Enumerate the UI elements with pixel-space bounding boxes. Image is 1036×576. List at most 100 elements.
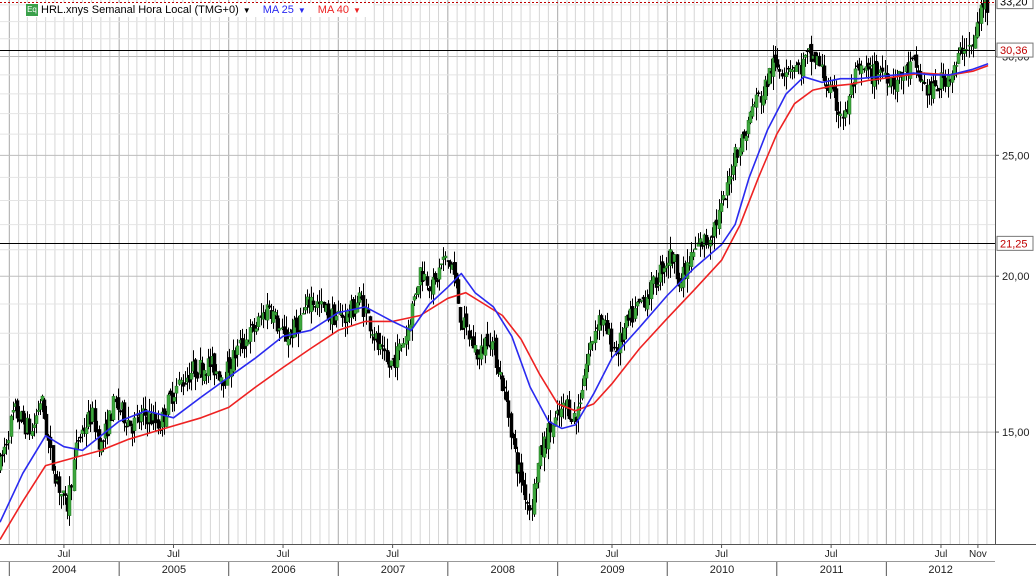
y-tick-label: 20,00 (1002, 271, 1030, 283)
candle-body (311, 300, 316, 305)
candle-body (370, 334, 375, 336)
candle-body (500, 375, 505, 391)
candle-body (803, 54, 808, 58)
candle-body (189, 372, 194, 380)
candle-body (868, 64, 873, 67)
candle-body (801, 58, 806, 77)
candle-body (920, 80, 925, 83)
candle-body (433, 273, 438, 280)
month-label: Jul (935, 549, 948, 560)
candle-body (691, 252, 696, 257)
candle-body (985, 0, 990, 13)
candle-body (4, 443, 9, 446)
candle-body (511, 433, 516, 439)
candle (107, 410, 112, 436)
candle-body (166, 394, 171, 415)
candle-body (153, 413, 158, 424)
candle-body (502, 386, 507, 389)
candle-body (933, 80, 938, 87)
candle-body (693, 248, 698, 250)
candle-body (267, 305, 272, 308)
candle-body (286, 338, 291, 346)
candle-body (128, 420, 133, 427)
ma40-label[interactable]: MA 40 (318, 4, 349, 16)
month-label: Jul (58, 549, 71, 560)
candle-body (44, 413, 49, 436)
candle-body (756, 92, 761, 94)
candle-body (443, 255, 448, 259)
candle (128, 420, 133, 427)
candle-body (139, 413, 144, 422)
candle-body (979, 4, 984, 24)
candle-body (36, 410, 41, 412)
candle-body (559, 408, 564, 418)
candle-body (156, 419, 161, 429)
month-label: Jul (825, 549, 838, 560)
month-label: Jul (715, 549, 728, 560)
candle-body (254, 328, 259, 332)
candle-body (61, 490, 66, 494)
candle-body (672, 254, 677, 262)
candle-body (246, 342, 251, 345)
candle-body (301, 313, 306, 315)
candle-body (416, 285, 421, 295)
candle-body (214, 371, 219, 374)
candle-body (0, 454, 5, 457)
candle-body (389, 360, 394, 366)
ma40-dropdown-icon[interactable]: ▼ (353, 6, 361, 15)
candle-body (256, 316, 261, 328)
candle-body (796, 62, 801, 66)
candle-body (401, 343, 406, 348)
candle-body (250, 323, 255, 326)
candle-body (380, 345, 385, 347)
candle-body (523, 484, 528, 500)
candle-body (956, 52, 961, 64)
candle-body (809, 43, 814, 62)
price-chart: 15,0020,0025,0030,0030,3621,2533,20JulJu… (0, 0, 1036, 576)
candle-body (723, 198, 728, 201)
candle-body (784, 72, 789, 78)
candle-body (90, 407, 95, 422)
candle-body (439, 263, 444, 266)
candle-body (334, 315, 339, 321)
candle-body (767, 68, 772, 85)
year-label: 2011 (820, 564, 844, 576)
candle-body (351, 299, 356, 317)
candle-body (590, 341, 595, 345)
candle-body (303, 306, 308, 311)
y-tick-label: 15,00 (1002, 427, 1030, 439)
instrument-label[interactable]: HRL.xnys Semanal Hora Local (TMG+0) (41, 4, 239, 16)
candle-body (635, 301, 640, 307)
candle-body (84, 427, 89, 435)
candle (111, 393, 116, 422)
reference-value-label: 30,36 (1000, 45, 1028, 57)
candle-body (895, 79, 900, 92)
y-tick-label: 25,00 (1002, 150, 1030, 162)
ma25-label[interactable]: MA 25 (263, 4, 294, 16)
candle-body (437, 267, 442, 280)
candle-body (494, 337, 499, 368)
candle-body (639, 300, 644, 302)
ma25-dropdown-icon[interactable]: ▼ (298, 6, 306, 15)
candle-body (319, 301, 324, 305)
candle-body (622, 327, 627, 340)
candle-body (910, 57, 915, 60)
candle-body (410, 303, 415, 328)
candle-body (975, 22, 980, 38)
candle-body (822, 65, 827, 82)
candle-body (452, 262, 457, 275)
candle-body (57, 476, 62, 493)
candle-body (164, 416, 169, 427)
candle-body (525, 502, 530, 504)
candle-body (777, 68, 782, 72)
month-label: Nov (969, 549, 987, 560)
candle-body (32, 424, 37, 428)
candle-body (754, 94, 759, 108)
instrument-dropdown-icon[interactable]: ▼ (243, 6, 251, 15)
candle-body (633, 308, 638, 319)
candle-body (586, 353, 591, 366)
candle-body (513, 438, 518, 450)
month-label: Jul (606, 549, 619, 560)
candle-body (725, 182, 730, 196)
candle-body (794, 65, 799, 72)
